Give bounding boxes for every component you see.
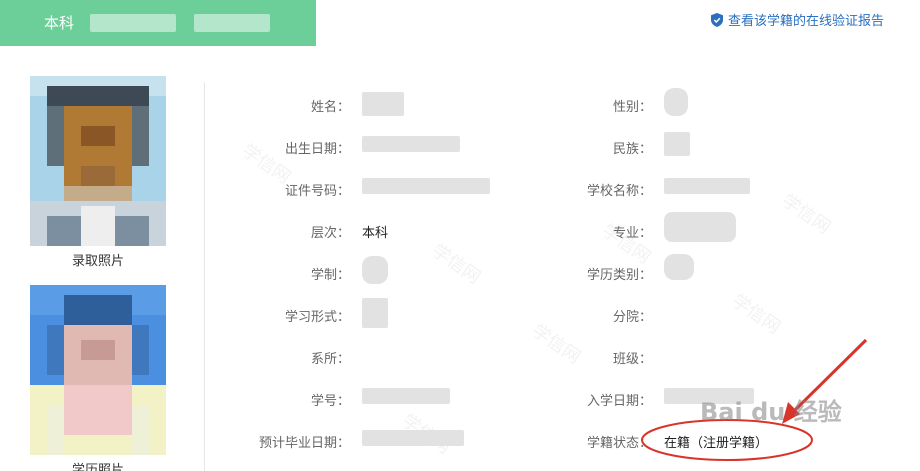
watermark-2: 学信网 xyxy=(428,240,485,288)
watermark-6: 学信网 xyxy=(778,190,835,238)
degree-tab[interactable]: 本科 xyxy=(0,0,316,46)
gender-label: 性别： xyxy=(612,99,652,114)
level-value: 本科 xyxy=(362,225,389,240)
admission-photo-block: 录取照片 xyxy=(30,76,166,269)
department-label: 系所： xyxy=(310,351,350,366)
name-value-redacted xyxy=(362,92,404,116)
ethnicity-value-redacted xyxy=(664,132,690,156)
duration-value-redacted xyxy=(362,256,388,284)
enrollment-status-value: 在籍（注册学籍） xyxy=(664,435,769,450)
student-number-label: 学号： xyxy=(310,393,350,408)
enrollment-date-label: 入学日期： xyxy=(586,393,652,408)
tab-title: 本科 xyxy=(44,15,75,32)
major-value-redacted xyxy=(664,212,736,242)
id-number-value-redacted xyxy=(362,178,490,194)
ethnicity-label: 民族： xyxy=(612,141,652,156)
gender-value-redacted xyxy=(664,88,688,116)
study-mode-label: 学习形式： xyxy=(284,309,350,324)
education-type-label: 学历类别： xyxy=(586,267,652,282)
student-number-value-redacted xyxy=(362,388,450,404)
duration-label: 学制： xyxy=(310,267,350,282)
verify-link-label: 查看该学籍的在线验证报告 xyxy=(727,13,884,28)
id-number-label: 证件号码： xyxy=(284,183,350,198)
graduation-photo-label: 学历照片 xyxy=(71,462,124,471)
school-name-label: 学校名称： xyxy=(586,183,652,198)
expected-graduation-label: 预计毕业日期： xyxy=(258,435,350,450)
class-label: 班级： xyxy=(612,351,652,366)
redacted-school-name xyxy=(90,14,176,32)
enrollment-status-label: 学籍状态： xyxy=(586,435,652,450)
verify-report-link[interactable]: 查看该学籍的在线验证报告 xyxy=(710,10,884,29)
shield-check-icon xyxy=(710,12,723,27)
admission-photo xyxy=(30,76,166,246)
graduation-photo xyxy=(30,285,166,455)
baidu-watermark: Bai du 经验 xyxy=(700,398,842,426)
watermark-4: 学信网 xyxy=(728,290,785,338)
admission-photo-label: 录取照片 xyxy=(71,253,124,268)
level-label: 层次： xyxy=(310,225,350,240)
birth-date-value-redacted xyxy=(362,136,460,152)
education-type-value-redacted xyxy=(664,254,694,280)
study-mode-value-redacted xyxy=(362,298,388,328)
redacted-major xyxy=(194,14,270,32)
graduation-photo-block: 学历照片 xyxy=(30,285,166,471)
major-label: 专业： xyxy=(612,225,652,240)
vertical-divider xyxy=(204,82,205,471)
branch-label: 分院： xyxy=(612,309,652,324)
school-name-value-redacted xyxy=(664,178,750,194)
expected-graduation-value-redacted xyxy=(362,430,464,446)
birth-date-label: 出生日期： xyxy=(284,141,350,156)
name-label: 姓名： xyxy=(310,99,350,114)
